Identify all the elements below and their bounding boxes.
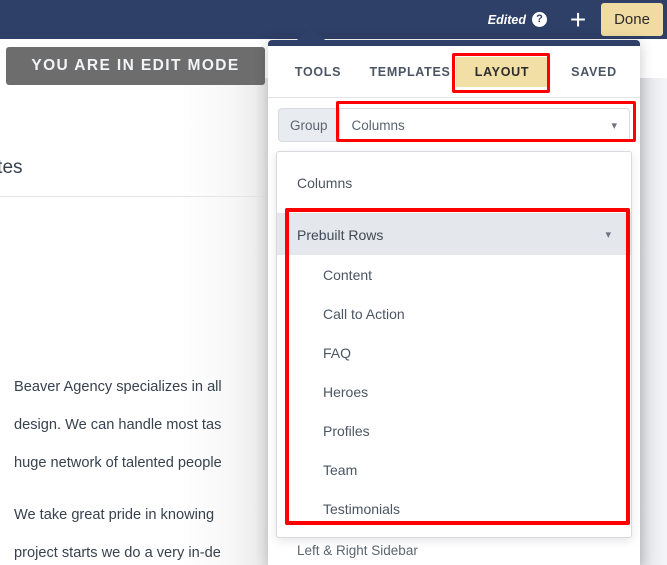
screenshot-root: YOU ARE IN EDIT MODE mplates Beaver Agen…	[0, 0, 667, 565]
content-panel: TOOLS TEMPLATES LAYOUT SAVED Group Colum…	[268, 40, 640, 565]
edit-mode-banner: YOU ARE IN EDIT MODE	[6, 47, 265, 85]
chevron-down-icon: ▾	[611, 119, 617, 132]
edited-status: Edited ?	[488, 12, 547, 27]
body-line: design. We can handle most tas	[14, 417, 222, 433]
dropdown-option-columns[interactable]: Columns	[277, 152, 631, 214]
dropdown-option-call-to-action[interactable]: Call to Action	[277, 294, 631, 333]
dropdown-option-heroes[interactable]: Heroes	[277, 372, 631, 411]
tab-saved[interactable]: SAVED	[548, 57, 640, 87]
panel-tabs: TOOLS TEMPLATES LAYOUT SAVED	[268, 46, 640, 98]
group-select-value: Columns	[351, 117, 405, 133]
dropdown-option-content[interactable]: Content	[277, 255, 631, 294]
dropdown-option-faq[interactable]: FAQ	[277, 333, 631, 372]
page-right-gutter	[640, 78, 667, 565]
dropdown-group-label: Prebuilt Rows	[297, 226, 384, 243]
dropdown-option-testimonials[interactable]: Testimonials	[277, 489, 631, 528]
plus-icon[interactable]: +	[561, 3, 595, 37]
dropdown-group-prebuilt-rows[interactable]: Prebuilt Rows ▾	[277, 214, 631, 255]
tab-tools[interactable]: TOOLS	[272, 57, 364, 87]
page-divider	[0, 196, 290, 197]
dropdown-option-team[interactable]: Team	[277, 450, 631, 489]
edited-label: Edited	[487, 12, 526, 27]
group-dropdown-menu: Columns Prebuilt Rows ▾ Content Call to …	[276, 151, 632, 538]
question-circle-icon[interactable]: ?	[532, 12, 547, 27]
edit-mode-banner-label: YOU ARE IN EDIT MODE	[31, 57, 240, 74]
tab-templates[interactable]: TEMPLATES	[364, 57, 456, 87]
panel-pointer-arrow	[297, 27, 325, 40]
group-filter-row: Group Columns ▾	[268, 98, 640, 150]
top-admin-bar: Edited ? + Done	[0, 0, 667, 39]
dropdown-option-profiles[interactable]: Profiles	[277, 411, 631, 450]
dropdown-option-list: Content Call to Action FAQ Heroes Profil…	[277, 255, 631, 537]
group-label-button[interactable]: Group	[278, 108, 339, 142]
body-line: project starts we do a very in-de	[14, 545, 221, 561]
body-line: We take great pride in knowing	[14, 507, 215, 523]
tab-layout[interactable]: LAYOUT	[456, 56, 548, 87]
page-heading: mplates	[0, 157, 23, 178]
chevron-down-icon: ▾	[605, 229, 611, 241]
body-line: huge network of talented people	[14, 455, 222, 471]
layout-item-label: Left & Right Sidebar	[297, 543, 418, 558]
body-line: Beaver Agency specializes in all	[14, 379, 222, 395]
done-button[interactable]: Done	[601, 3, 663, 36]
group-select[interactable]: Columns ▾	[338, 108, 630, 142]
